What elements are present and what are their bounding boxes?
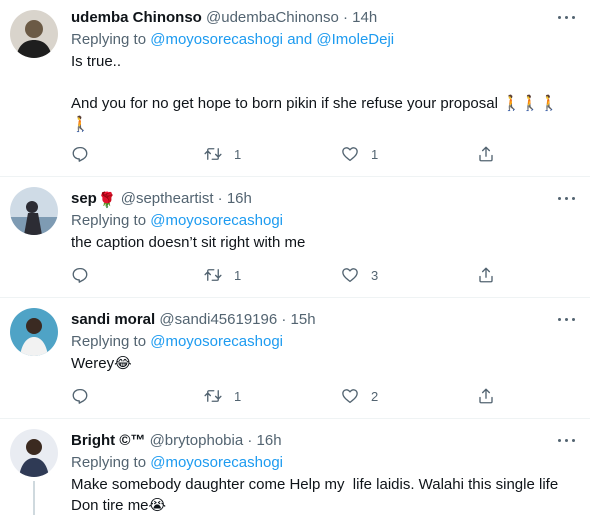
replying-to-label: Replying to <box>71 454 147 471</box>
share-icon <box>479 146 493 162</box>
replying-to: Replying to @moyosorecashogi <box>71 453 283 473</box>
more-icon[interactable] <box>556 8 578 28</box>
tweet-bright[interactable]: Bright ©™ @brytophobia · 16h Replying to… <box>0 419 590 515</box>
timestamp[interactable]: 16h <box>257 432 282 449</box>
like-count: 1 <box>371 146 379 162</box>
timestamp[interactable]: 15h <box>291 311 316 328</box>
tweet-actions: 1 2 <box>71 386 501 406</box>
retweet-icon <box>204 269 222 281</box>
tweet-actions: 1 3 <box>71 265 501 285</box>
tweet-header: sandi moral @sandi45619196 · 15h <box>71 310 316 330</box>
avatar[interactable] <box>10 187 58 235</box>
retweet-count: 1 <box>234 267 242 283</box>
reply-button[interactable] <box>71 386 89 406</box>
display-name[interactable]: udemba Chinonso <box>71 9 202 26</box>
reply-button[interactable] <box>71 265 89 285</box>
retweet-count: 1 <box>234 146 242 162</box>
tweet-header: Bright ©™ @brytophobia · 16h <box>71 431 282 451</box>
user-handle[interactable]: @sandi45619196 <box>159 311 277 328</box>
replying-to-label: Replying to <box>71 333 147 350</box>
more-icon[interactable] <box>556 310 578 330</box>
user-handle[interactable]: @brytophobia <box>150 432 244 449</box>
reply-icon <box>72 146 88 162</box>
more-icon[interactable] <box>556 431 578 451</box>
retweet-icon <box>204 390 222 402</box>
mention-link[interactable]: @moyosorecashogi <box>150 333 283 350</box>
display-name[interactable]: sep <box>71 190 97 207</box>
like-count: 3 <box>371 267 379 283</box>
like-count: 2 <box>371 388 379 404</box>
separator-dot: · <box>247 432 253 449</box>
replying-to: Replying to @moyosorecashogi <box>71 211 283 231</box>
timestamp[interactable]: 14h <box>352 9 377 26</box>
mention-link-2[interactable]: @ImoleDeji <box>316 31 394 48</box>
heart-icon <box>342 268 358 283</box>
mention-link[interactable]: @moyosorecashogi <box>150 31 283 48</box>
retweet-button[interactable]: 1 <box>204 386 241 406</box>
separator-dot: · <box>343 9 348 26</box>
heart-icon <box>342 389 358 404</box>
reply-icon <box>72 388 88 404</box>
replying-to: Replying to @moyosorecashogi and @ImoleD… <box>71 30 394 50</box>
tweet-text: Make somebody daughter come Help my life… <box>71 476 559 514</box>
mention-link[interactable]: @moyosorecashogi <box>150 212 283 229</box>
retweet-button[interactable]: 1 <box>204 265 241 285</box>
user-handle[interactable]: @udembaChinonso <box>206 9 339 26</box>
avatar[interactable] <box>10 10 58 58</box>
reply-button[interactable] <box>71 144 89 164</box>
tweet-sep[interactable]: sep🌹 @septheartist · 16h Replying to @mo… <box>0 177 590 298</box>
share-button[interactable] <box>477 265 495 285</box>
like-button[interactable]: 2 <box>341 386 378 406</box>
tweet-header: sep🌹 @septheartist · 16h <box>71 189 252 209</box>
tweet-sandi[interactable]: sandi moral @sandi45619196 · 15h Replyin… <box>0 298 590 419</box>
retweet-button[interactable]: 1 <box>204 144 241 164</box>
replying-to-label: Replying to <box>71 212 147 229</box>
separator-dot: · <box>217 190 223 207</box>
share-button[interactable] <box>477 386 495 406</box>
heart-icon <box>342 147 358 162</box>
share-button[interactable] <box>477 144 495 164</box>
like-button[interactable]: 3 <box>341 265 378 285</box>
like-button[interactable]: 1 <box>341 144 378 164</box>
tweet-header: udemba Chinonso @udembaChinonso · 14h <box>71 8 377 28</box>
replying-to-label: Replying to <box>71 31 147 48</box>
share-icon <box>479 267 493 283</box>
mention-link[interactable]: @moyosorecashogi <box>150 454 283 471</box>
more-icon[interactable] <box>556 189 578 209</box>
replying-to: Replying to @moyosorecashogi <box>71 332 283 352</box>
tweet-text: Is true.. And you for no get hope to bor… <box>71 53 559 133</box>
tweet-text: Werey😂 <box>71 355 132 372</box>
retweet-icon <box>204 148 222 160</box>
avatar[interactable] <box>10 429 58 477</box>
tweet-actions: 1 1 <box>71 144 501 164</box>
share-icon <box>479 388 493 404</box>
thread-line <box>33 481 35 515</box>
user-handle[interactable]: @septheartist <box>121 190 214 207</box>
rose-emoji: 🌹 <box>97 192 117 209</box>
tweet-text: the caption doesn’t sit right with me <box>71 234 306 251</box>
tweet-udemba[interactable]: udemba Chinonso @udembaChinonso · 14h Re… <box>0 0 590 177</box>
avatar[interactable] <box>10 308 58 356</box>
timestamp[interactable]: 16h <box>227 190 252 207</box>
display-name[interactable]: Bright ©™ <box>71 432 145 449</box>
separator-dot: · <box>281 311 287 328</box>
reply-icon <box>72 267 88 283</box>
display-name[interactable]: sandi moral <box>71 311 155 328</box>
replying-and[interactable]: and <box>287 31 312 48</box>
retweet-count: 1 <box>234 388 242 404</box>
